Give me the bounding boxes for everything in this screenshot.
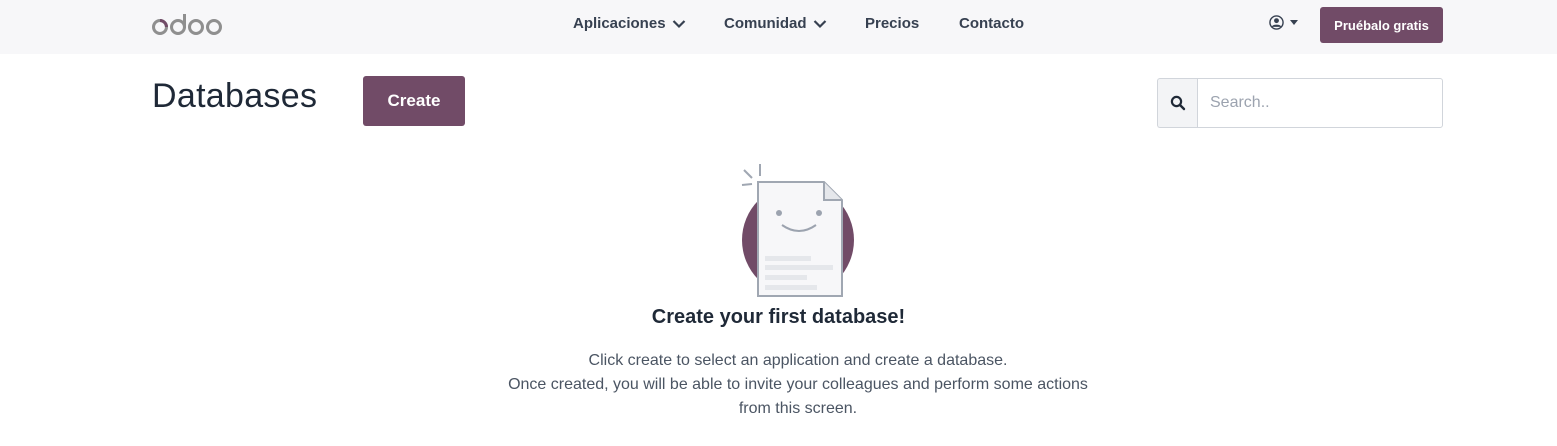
page-title: Databases xyxy=(152,77,318,115)
nav-item-precios[interactable]: Precios xyxy=(865,15,919,32)
try-free-button[interactable]: Pruébalo gratis xyxy=(1320,7,1443,43)
empty-state-line: Click create to select an application an… xyxy=(588,352,1008,369)
nav-item-label: Precios xyxy=(865,15,920,32)
search-box xyxy=(1157,78,1443,128)
nav-item-label: Aplicaciones xyxy=(573,15,666,32)
empty-state-description: Click create to select an application an… xyxy=(478,349,1118,421)
nav-item-aplicaciones[interactable]: Aplicaciones xyxy=(573,15,686,32)
nav-item-comunidad[interactable]: Comunidad xyxy=(724,15,827,32)
search-icon xyxy=(1170,95,1185,111)
user-menu-toggle[interactable] xyxy=(1269,15,1298,30)
chevron-down-icon xyxy=(672,19,685,28)
top-navbar: Aplicaciones Comunidad Precios Contacto … xyxy=(0,0,1557,54)
nav-item-label: Contacto xyxy=(959,15,1024,32)
search-input[interactable] xyxy=(1197,78,1443,128)
caret-down-icon xyxy=(1290,20,1298,25)
empty-state-heading: Create your first database! xyxy=(651,306,906,328)
nav-item-contacto[interactable]: Contacto xyxy=(959,15,1024,32)
search-button[interactable] xyxy=(1157,78,1197,128)
nav-item-label: Comunidad xyxy=(724,15,807,32)
chevron-down-icon xyxy=(813,19,826,28)
empty-state-line: from this screen. xyxy=(738,400,858,417)
smiling-document-icon xyxy=(741,164,854,300)
create-database-button[interactable]: Create xyxy=(363,76,465,126)
empty-state-line: Once created, you will be able to invite… xyxy=(508,376,1088,393)
odoo-logo[interactable] xyxy=(152,13,224,37)
user-circle-icon xyxy=(1269,15,1284,30)
